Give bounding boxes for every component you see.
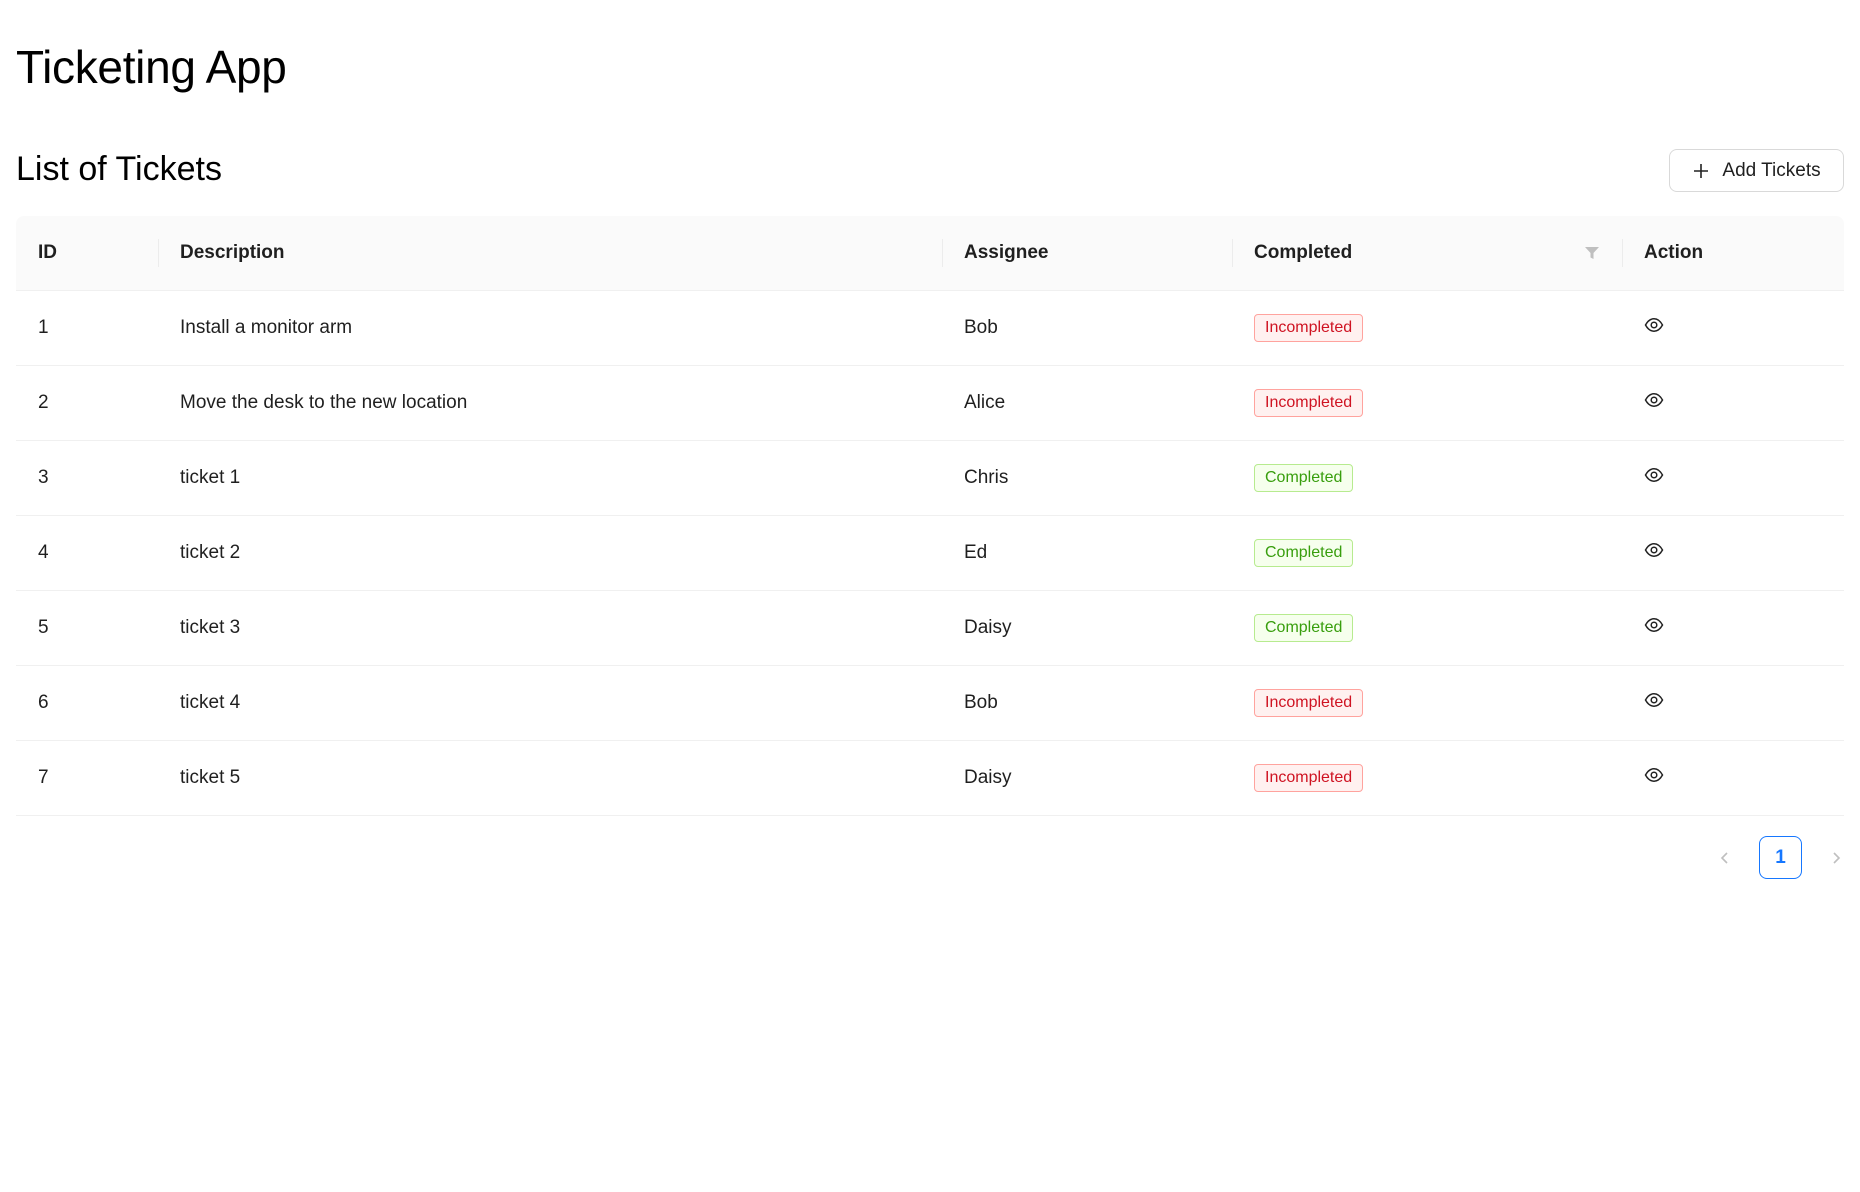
cell-completed: Incompleted [1232, 665, 1622, 741]
cell-description: ticket 4 [158, 665, 942, 741]
table-row: 2 Move the desk to the new location Alice I… [16, 365, 1844, 441]
eye-icon[interactable] [1644, 690, 1664, 710]
cell-description: ticket 5 [158, 740, 942, 816]
table-row: 3 ticket 1 Chris Completed [16, 440, 1844, 516]
cell-action [1622, 740, 1844, 816]
eye-icon[interactable] [1644, 540, 1664, 560]
status-badge: Completed [1254, 538, 1354, 567]
cell-completed: Incompleted [1232, 365, 1622, 441]
page-item-current[interactable]: 1 [1759, 836, 1802, 879]
eye-icon[interactable] [1644, 765, 1664, 785]
cell-id: 2 [16, 365, 158, 441]
add-tickets-label: Add Tickets [1722, 159, 1821, 181]
cell-id: 7 [16, 740, 158, 816]
cell-completed: Completed [1232, 515, 1622, 591]
table-row: 7 ticket 5 Daisy Incompleted [16, 740, 1844, 816]
table-header-row: ID Description Assignee Completed Action [16, 216, 1844, 291]
cell-completed: Incompleted [1232, 290, 1622, 366]
cell-assignee: Daisy [942, 740, 1232, 816]
column-header-assignee: Assignee [942, 216, 1232, 291]
next-page-icon[interactable] [1828, 850, 1844, 866]
cell-id: 5 [16, 590, 158, 666]
pagination: 1 [1717, 836, 1844, 879]
cell-assignee: Chris [942, 440, 1232, 516]
cell-description: ticket 3 [158, 590, 942, 666]
table-row: 5 ticket 3 Daisy Completed [16, 590, 1844, 666]
column-header-action: Action [1622, 216, 1844, 291]
cell-assignee: Ed [942, 515, 1232, 591]
eye-icon[interactable] [1644, 315, 1664, 335]
add-tickets-button[interactable]: Add Tickets [1669, 149, 1844, 192]
table-row: 1 Install a monitor arm Bob Incompleted [16, 290, 1844, 366]
cell-action [1622, 365, 1844, 441]
status-badge: Incompleted [1254, 763, 1364, 792]
cell-assignee: Daisy [942, 590, 1232, 666]
status-badge: Incompleted [1254, 313, 1364, 342]
column-header-id: ID [16, 216, 158, 291]
cell-description: Move the desk to the new location [158, 365, 942, 441]
cell-action [1622, 590, 1844, 666]
cell-completed: Incompleted [1232, 740, 1622, 816]
cell-action [1622, 665, 1844, 741]
plus-icon [1694, 163, 1709, 178]
column-header-description: Description [158, 216, 942, 291]
status-badge: Incompleted [1254, 388, 1364, 417]
tickets-table: ID Description Assignee Completed Action… [16, 216, 1844, 816]
eye-icon[interactable] [1644, 615, 1664, 635]
app-title: Ticketing App [16, 41, 287, 93]
table-body: 1 Install a monitor arm Bob Incompleted 2 Mov… [16, 290, 1844, 816]
table-row: 4 ticket 2 Ed Completed [16, 515, 1844, 591]
status-badge: Incompleted [1254, 688, 1364, 717]
column-header-completed: Completed [1232, 216, 1622, 291]
eye-icon[interactable] [1644, 390, 1664, 410]
cell-action [1622, 290, 1844, 366]
cell-completed: Completed [1232, 590, 1622, 666]
cell-description: ticket 2 [158, 515, 942, 591]
eye-icon[interactable] [1644, 465, 1664, 485]
cell-id: 4 [16, 515, 158, 591]
cell-description: Install a monitor arm [158, 290, 942, 366]
cell-action [1622, 440, 1844, 516]
cell-assignee: Bob [942, 665, 1232, 741]
status-badge: Completed [1254, 463, 1354, 492]
cell-description: ticket 1 [158, 440, 942, 516]
status-badge: Completed [1254, 613, 1354, 642]
cell-assignee: Bob [942, 290, 1232, 366]
table-row: 6 ticket 4 Bob Incompleted [16, 665, 1844, 741]
section-title: List of Tickets [16, 150, 222, 188]
cell-id: 3 [16, 440, 158, 516]
previous-page-icon[interactable] [1717, 850, 1733, 866]
cell-id: 6 [16, 665, 158, 741]
cell-assignee: Alice [942, 365, 1232, 441]
cell-completed: Completed [1232, 440, 1622, 516]
page: Ticketing App List of Tickets Add Ticket… [0, 0, 1860, 1192]
filter-icon[interactable] [1584, 245, 1600, 261]
cell-id: 1 [16, 290, 158, 366]
cell-action [1622, 515, 1844, 591]
